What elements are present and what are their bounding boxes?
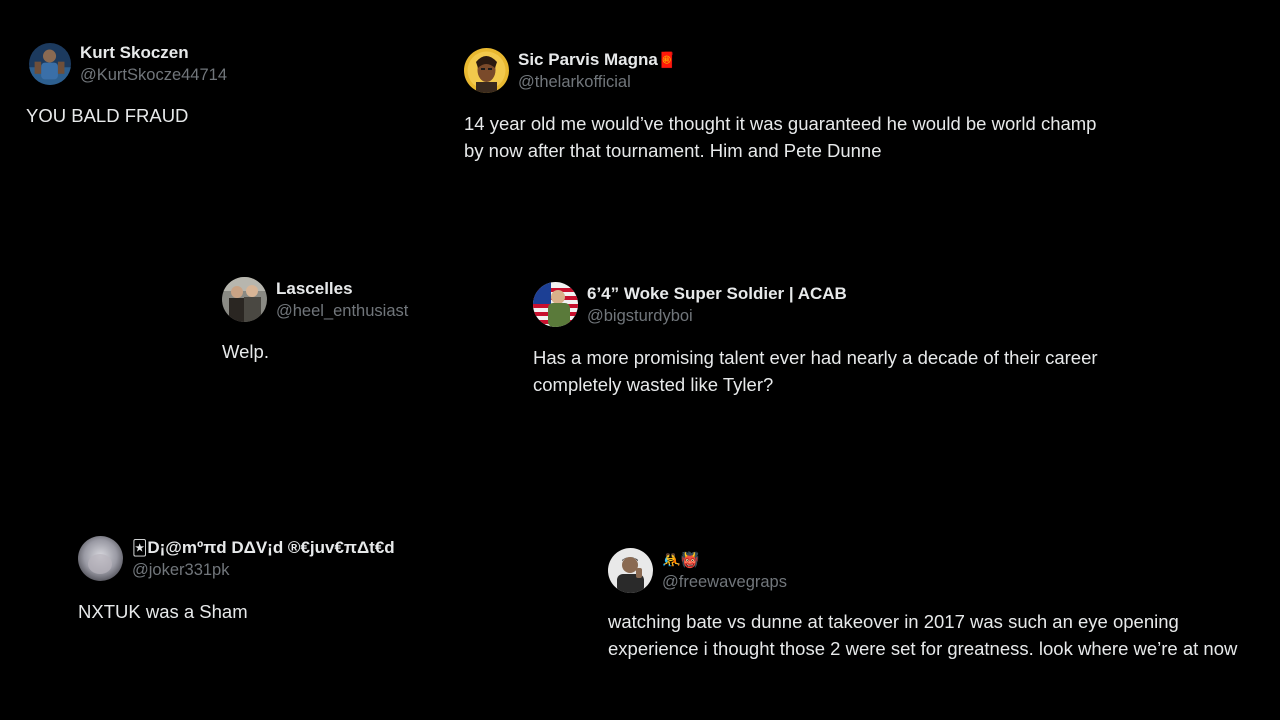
tweet-text: watching bate vs dunne at takeover in 20… — [608, 611, 1238, 659]
avatar[interactable] — [29, 43, 71, 85]
tweet-text: 14 year old me would’ve thought it was g… — [464, 113, 1097, 161]
tweet-text: Has a more promising talent ever had nea… — [533, 347, 1098, 395]
joker-card-icon: 🃏 — [132, 538, 148, 557]
flag-hero-avatar — [533, 282, 578, 327]
tweet-text: NXTUK was a Sham — [78, 601, 248, 622]
tweet-lascelles[interactable]: Lascelles @heel_enthusiast Welp. — [222, 277, 512, 365]
avatar[interactable] — [464, 48, 509, 93]
display-name-row[interactable]: 🤼👹 — [662, 549, 787, 571]
display-name[interactable]: Sic Parvis Magna — [518, 50, 658, 69]
display-name-row[interactable]: 🃏D¡@mºπd DΔV¡d ®€juv€πΔt€d — [132, 537, 395, 559]
display-name[interactable]: Lascelles — [276, 278, 408, 300]
two-people-photo-avatar — [222, 277, 267, 322]
avatar[interactable] — [222, 277, 267, 322]
tweet-bigsturdyboi[interactable]: 6’4” Woke Super Soldier | ACAB @bigsturd… — [533, 282, 1173, 398]
blurred-photo-avatar — [78, 536, 123, 581]
tweet-text: Welp. — [222, 341, 269, 362]
user-handle[interactable]: @heel_enthusiast — [276, 300, 408, 322]
cartoon-portrait-avatar — [464, 48, 509, 93]
user-handle[interactable]: @joker331pk — [132, 559, 395, 581]
display-name-row[interactable]: Sic Parvis Magna🧧 — [518, 49, 677, 71]
person-photo-avatar — [608, 548, 653, 593]
tweet-freewavegraps[interactable]: 🤼👹 @freewavegraps watching bate vs dunne… — [608, 548, 1248, 662]
user-handle[interactable]: @KurtSkocze44714 — [80, 64, 227, 86]
display-name[interactable]: D¡@mºπd DΔV¡d ®€juv€πΔt€d — [147, 538, 394, 557]
tweet-sic-parvis-magna[interactable]: Sic Parvis Magna🧧 @thelarkofficial 14 ye… — [464, 48, 1104, 164]
user-handle[interactable]: @thelarkofficial — [518, 71, 677, 93]
avatar[interactable] — [533, 282, 578, 327]
display-name[interactable]: 6’4” Woke Super Soldier | ACAB — [587, 283, 847, 305]
display-name[interactable]: Kurt Skoczen — [80, 42, 227, 64]
red-envelope-icon: 🧧 — [657, 50, 677, 69]
avatar[interactable] — [608, 548, 653, 593]
user-handle[interactable]: @bigsturdyboi — [587, 305, 847, 327]
tweet-text: YOU BALD FRAUD — [26, 105, 189, 126]
wrestler-photo-avatar — [29, 43, 71, 85]
wrestling-ogre-icon: 🤼👹 — [662, 550, 700, 569]
tweet-kurt-skoczen[interactable]: Kurt Skoczen @KurtSkocze44714 YOU BALD F… — [26, 42, 406, 129]
avatar[interactable] — [78, 536, 123, 581]
user-handle[interactable]: @freewavegraps — [662, 571, 787, 593]
tweet-joker331pk[interactable]: 🃏D¡@mºπd DΔV¡d ®€juv€πΔt€d @joker331pk N… — [78, 536, 498, 625]
